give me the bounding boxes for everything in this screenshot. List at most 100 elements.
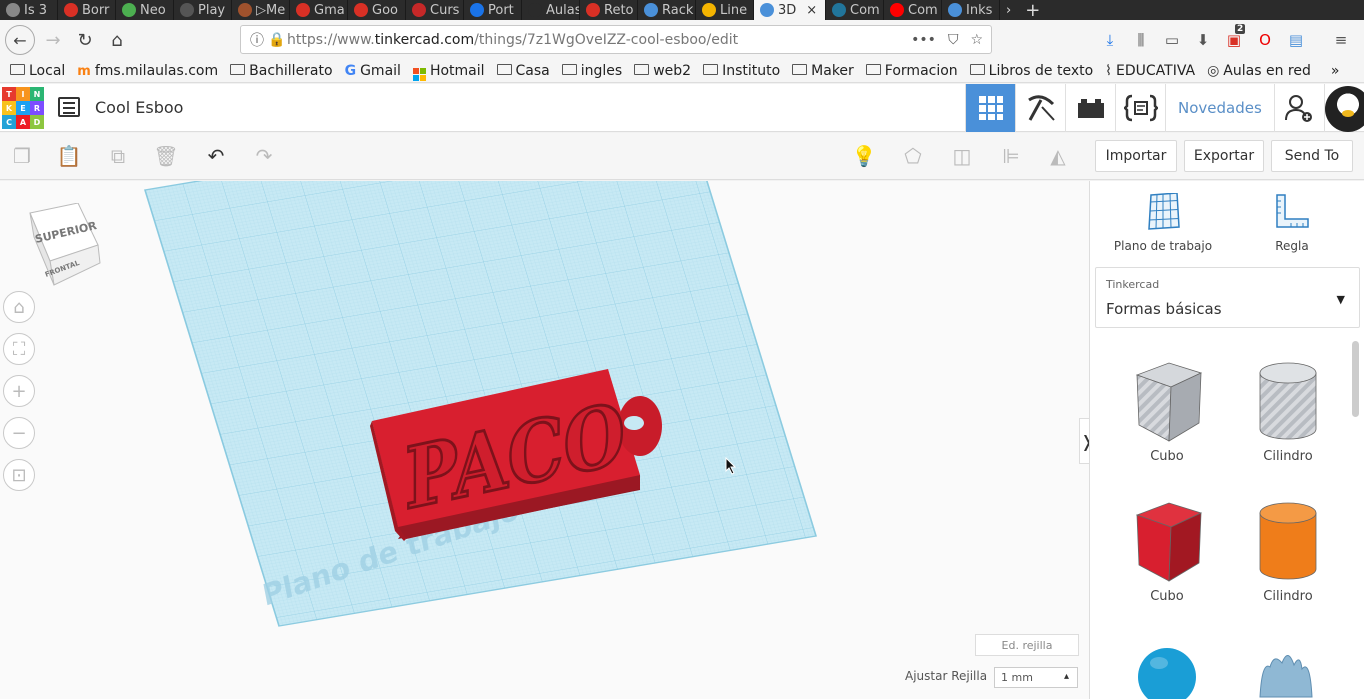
- bookmark-item[interactable]: ◎ Aulas en red: [1207, 63, 1311, 79]
- 3d-canvas[interactable]: Plano de trabajo PACO SUPERIOR FRONTAL ⌂…: [0, 181, 1089, 699]
- mirror-button[interactable]: ◭: [1044, 143, 1072, 169]
- paste-button[interactable]: 📋: [55, 143, 83, 169]
- library-category: Tinkercad: [1106, 278, 1160, 291]
- browser-tab[interactable]: Rack: [638, 0, 696, 20]
- new-tab-button[interactable]: +: [1017, 0, 1048, 20]
- ruler-tool[interactable]: Regla: [1242, 193, 1342, 253]
- send-to-button[interactable]: Send To: [1271, 140, 1353, 172]
- browser-tab[interactable]: ▷Me: [232, 0, 290, 20]
- browser-tab[interactable]: Gma: [290, 0, 348, 20]
- url-bar[interactable]: ⓘ 🔒 https://www.tinkercad.com/things/7z1…: [240, 25, 992, 54]
- shape-cylinder[interactable]: Cilindro: [1233, 357, 1343, 464]
- browser-tab[interactable]: Line: [696, 0, 754, 20]
- bookmark-item[interactable]: Bachillerato: [230, 63, 333, 79]
- url-text[interactable]: https://www.tinkercad.com/things/7z1WgOv…: [287, 32, 911, 48]
- codeblocks-button[interactable]: [1115, 84, 1165, 132]
- 3d-design-button[interactable]: [965, 84, 1015, 132]
- shape-box[interactable]: Cubo: [1112, 357, 1222, 464]
- bookmark-item[interactable]: Formacion: [865, 63, 958, 79]
- reload-button[interactable]: ↻: [69, 24, 101, 56]
- star-icon[interactable]: ☆: [970, 32, 983, 48]
- info-icon[interactable]: ⓘ: [247, 30, 267, 50]
- novedades-link[interactable]: Novedades: [1165, 84, 1274, 132]
- panel-scrollbar[interactable]: [1352, 341, 1359, 417]
- workplane-tool[interactable]: Plano de trabajo: [1113, 193, 1213, 253]
- blocks-button[interactable]: [1015, 84, 1065, 132]
- shape-box[interactable]: Cubo: [1112, 497, 1222, 604]
- design-list-icon[interactable]: [58, 97, 80, 117]
- bookmark-item[interactable]: Instituto: [703, 63, 780, 79]
- tab-favicon-icon: [586, 3, 600, 17]
- undo-button[interactable]: ↶: [202, 143, 230, 169]
- browser-tab[interactable]: 3D ×: [754, 0, 826, 20]
- document-icon[interactable]: ▤: [1286, 31, 1306, 49]
- export-button[interactable]: Exportar: [1184, 140, 1264, 172]
- home-view-button[interactable]: ⌂: [3, 291, 35, 323]
- projection-button[interactable]: ⊡: [3, 459, 35, 491]
- bookmarks-overflow-button[interactable]: »: [1331, 63, 1340, 79]
- bookmark-item[interactable]: ingles: [561, 63, 622, 79]
- browser-tab[interactable]: Aulas Te: [522, 0, 580, 20]
- browser-tab[interactable]: Neo: [116, 0, 174, 20]
- opera-icon[interactable]: O: [1255, 31, 1275, 49]
- bookmark-item[interactable]: Local: [10, 63, 65, 79]
- tab-label: Borr: [82, 2, 110, 18]
- edit-grid-button[interactable]: Ed. rejilla: [975, 634, 1079, 656]
- extension-badge-icon[interactable]: ▣ 2: [1224, 24, 1246, 49]
- tabs-overflow-icon[interactable]: ›: [1000, 0, 1017, 20]
- bookmark-item[interactable]: ⌇ EDUCATIVA: [1105, 63, 1195, 79]
- downloads-icon[interactable]: ⬇: [1193, 31, 1213, 49]
- forward-button[interactable]: →: [37, 24, 69, 56]
- browser-tab[interactable]: Play: [174, 0, 232, 20]
- add-user-button[interactable]: [1273, 84, 1324, 132]
- close-tab-icon[interactable]: ×: [806, 3, 817, 18]
- tinkercad-logo[interactable]: TINKERCAD: [2, 87, 44, 129]
- delete-button[interactable]: 🗑: [152, 143, 180, 169]
- browser-tab[interactable]: Com: [884, 0, 942, 20]
- bricks-button[interactable]: [1065, 84, 1115, 132]
- bookmark-item[interactable]: G Gmail: [345, 63, 401, 79]
- browser-tab[interactable]: Inks: [942, 0, 1000, 20]
- bookmark-item[interactable]: Maker: [792, 63, 854, 79]
- bookmark-item[interactable]: Libros de texto: [969, 63, 1093, 79]
- workplane-scene[interactable]: Plano de trabajo PACO: [0, 181, 1089, 699]
- library-icon[interactable]: ⫼: [1131, 31, 1151, 49]
- user-avatar-button[interactable]: [1323, 84, 1364, 132]
- view-cube[interactable]: SUPERIOR FRONTAL: [24, 202, 106, 291]
- notes-button[interactable]: 💡: [850, 143, 878, 169]
- browser-tab[interactable]: Port: [464, 0, 522, 20]
- shape-library-select[interactable]: Tinkercad Formas básicas ▼: [1095, 267, 1360, 328]
- zoom-in-button[interactable]: +: [3, 375, 35, 407]
- browser-tab[interactable]: Com: [826, 0, 884, 20]
- copy-button[interactable]: ❐: [8, 143, 36, 169]
- zoom-out-button[interactable]: −: [3, 417, 35, 449]
- page-actions-icon[interactable]: •••: [911, 32, 936, 48]
- pocket-icon[interactable]: ⛉: [948, 32, 959, 48]
- browser-tab[interactable]: Goo: [348, 0, 406, 20]
- duplicate-button[interactable]: ⧉: [104, 143, 132, 169]
- ungroup-button[interactable]: ◫: [948, 143, 976, 169]
- group-button[interactable]: ⬠: [899, 143, 927, 169]
- bookmark-item[interactable]: m fms.milaulas.com: [77, 63, 218, 79]
- shape-scribble[interactable]: [1233, 639, 1343, 699]
- browser-tab[interactable]: Borr: [58, 0, 116, 20]
- bookmark-item[interactable]: Hotmail: [412, 62, 485, 81]
- download-arrow-icon[interactable]: ⤓: [1100, 31, 1120, 49]
- shape-sphere[interactable]: [1112, 639, 1222, 699]
- snap-grid-select[interactable]: 1 mm: [994, 667, 1078, 688]
- back-button[interactable]: ←: [5, 25, 35, 55]
- shape-cylinder[interactable]: Cilindro: [1233, 497, 1343, 604]
- browser-tab[interactable]: Curs: [406, 0, 464, 20]
- redo-button[interactable]: ↷: [250, 143, 278, 169]
- home-button[interactable]: ⌂: [101, 24, 133, 56]
- design-title[interactable]: Cool Esboo: [95, 98, 183, 117]
- menu-icon[interactable]: ≡: [1331, 31, 1351, 49]
- align-button[interactable]: ⊫: [997, 143, 1025, 169]
- sidebar-icon[interactable]: ▭: [1162, 31, 1182, 49]
- import-button[interactable]: Importar: [1095, 140, 1177, 172]
- bookmark-item[interactable]: web2: [634, 63, 691, 79]
- browser-tab[interactable]: Is 3: [0, 0, 58, 20]
- fit-view-button[interactable]: ⛶: [3, 333, 35, 365]
- bookmark-item[interactable]: Casa: [496, 63, 550, 79]
- browser-tab[interactable]: Reto: [580, 0, 638, 20]
